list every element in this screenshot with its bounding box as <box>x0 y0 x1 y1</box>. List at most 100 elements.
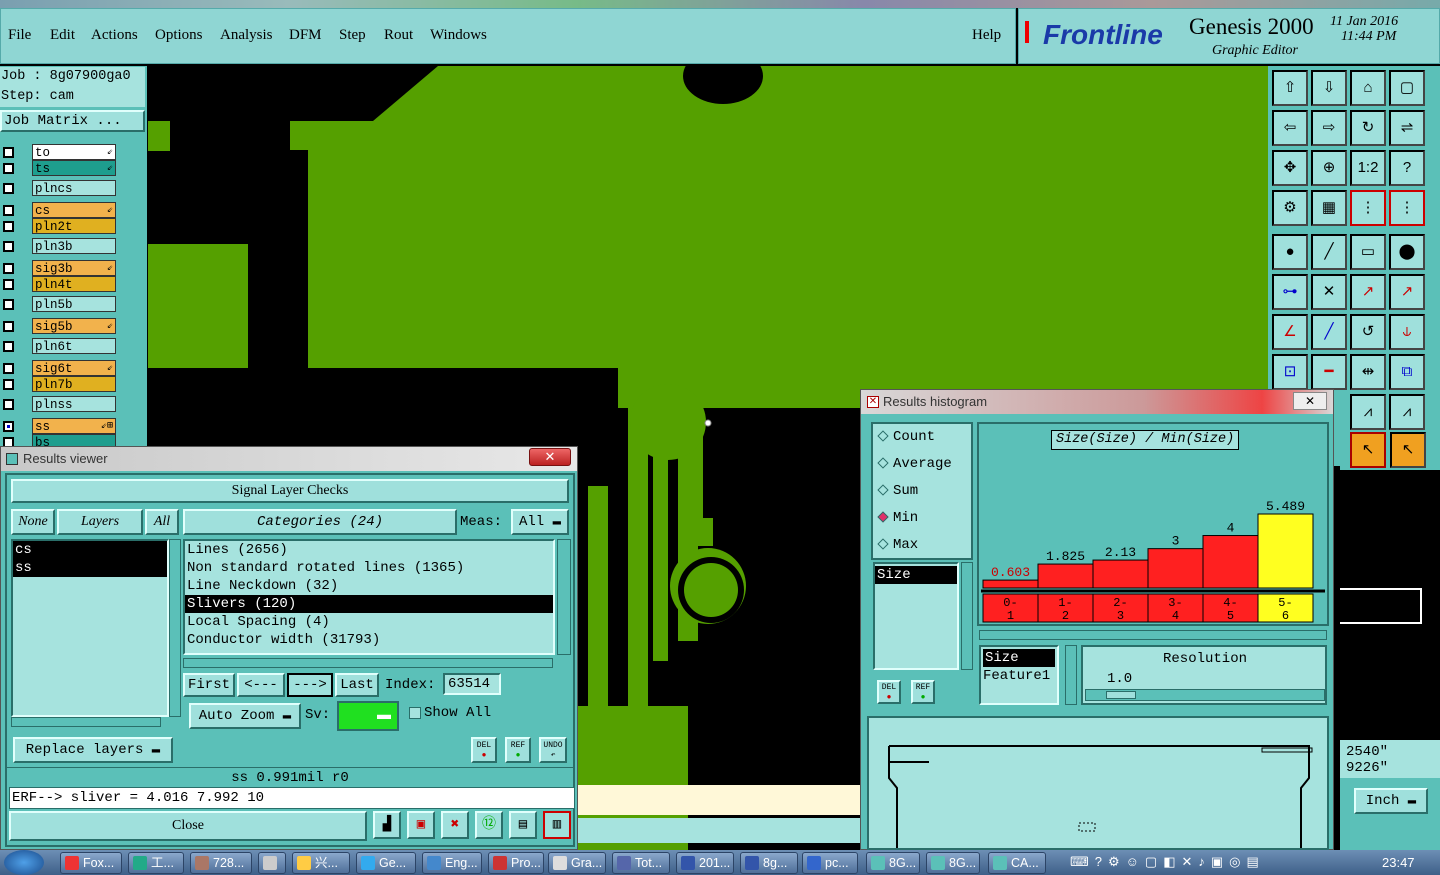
redraw-icon[interactable]: ↻ <box>1350 110 1386 146</box>
cursor-icon[interactable]: ↖ <box>1350 432 1386 468</box>
cross-icon[interactable]: ✕ <box>1311 274 1347 310</box>
index-field[interactable]: 63514 <box>443 673 501 695</box>
pan-left-icon[interactable]: ⇦ <box>1272 110 1308 146</box>
net-icon[interactable]: ⋮ <box>1350 190 1386 226</box>
layer-checkbox[interactable] <box>3 263 14 274</box>
arc-down-icon[interactable]: ⩘ <box>1389 394 1425 430</box>
layer-name[interactable]: plnss <box>32 396 116 412</box>
help-icon[interactable]: ? <box>1389 150 1425 186</box>
radio-diamond-icon[interactable] <box>877 538 889 550</box>
menu-actions[interactable]: Actions <box>91 27 138 44</box>
option-average[interactable]: Average <box>873 451 971 478</box>
draw-line-icon[interactable]: ∠ <box>1272 314 1308 350</box>
menu-analysis[interactable]: Analysis <box>220 27 273 44</box>
meas-dropdown[interactable]: All ▬ <box>511 509 569 535</box>
close-button[interactable]: Close <box>9 811 367 841</box>
all-button[interactable]: All <box>145 509 179 535</box>
histogram-bar[interactable] <box>1202 535 1259 589</box>
layer-row-pln4t[interactable]: pln4t <box>0 276 147 292</box>
category-item[interactable]: Conductor width (31793) <box>185 631 553 649</box>
layer-name[interactable]: to ⇙ <box>32 144 116 160</box>
add-line-icon[interactable]: ╱ <box>1311 234 1347 270</box>
net-select-icon[interactable]: ⋮ <box>1389 190 1425 226</box>
add-pad-icon[interactable]: ● <box>1272 234 1308 270</box>
zoom-home-icon[interactable]: ⇧ <box>1272 70 1308 106</box>
layer-checkbox[interactable] <box>3 279 14 290</box>
layer-row-pln2t[interactable]: pln2t <box>0 218 147 234</box>
tray-icons[interactable]: ⌨?⚙☺▢◧✕♪▣◎▤ <box>1070 854 1390 872</box>
layers-button[interactable]: Layers <box>57 509 143 535</box>
layer-checkbox[interactable] <box>3 341 14 352</box>
radio-diamond-icon[interactable] <box>877 484 889 496</box>
settings-icon[interactable]: ⚙ <box>1272 190 1308 226</box>
pan-right-icon[interactable]: ⇨ <box>1311 110 1347 146</box>
layer-row-plncs[interactable]: plncs <box>0 180 147 196</box>
resolution-slider[interactable] <box>1085 689 1325 701</box>
category-item[interactable]: Local Spacing (4) <box>185 613 553 631</box>
show-all-checkbox[interactable] <box>409 707 421 719</box>
compare-icon[interactable]: ⑫ <box>475 811 503 839</box>
snap-icon[interactable]: ⊡ <box>1272 354 1308 390</box>
layers-scrollbar[interactable] <box>169 539 181 717</box>
histogram-bar[interactable] <box>1092 559 1149 589</box>
connect-icon[interactable]: ⊶ <box>1272 274 1308 310</box>
taskbar-item[interactable]: Ge... <box>356 852 416 874</box>
h-line-icon[interactable]: ━ <box>1311 354 1347 390</box>
taskbar-item[interactable]: 728... <box>190 852 252 874</box>
layer-row-pln5b[interactable]: pln5b <box>0 296 147 312</box>
option-min[interactable]: Min <box>873 505 971 532</box>
layer-checkbox[interactable] <box>3 363 14 374</box>
list-item[interactable]: cs <box>13 541 167 559</box>
ruler-icon[interactable]: ▭ <box>1350 234 1386 270</box>
histogram-bar[interactable] <box>982 579 1039 589</box>
layer-checkbox[interactable] <box>3 147 14 158</box>
swap-icon[interactable]: ⇌ <box>1389 110 1425 146</box>
layer-row-sig5b[interactable]: sig5b ⇙ <box>0 318 147 334</box>
layers-hscrollbar[interactable] <box>11 717 161 727</box>
ref-button[interactable]: REF ● <box>505 737 531 763</box>
layer-name[interactable]: pln2t <box>32 218 116 234</box>
layer-row-ts[interactable]: ts ⇙ <box>0 160 147 176</box>
taskbar-item[interactable]: 201... <box>676 852 734 874</box>
layer-row-to[interactable]: to ⇙ <box>0 144 147 160</box>
radio-diamond-icon[interactable] <box>877 430 889 442</box>
layer-name[interactable]: pln7b <box>32 376 116 392</box>
histogram-titlebar[interactable]: Results histogram <box>861 390 1333 414</box>
taskbar-item[interactable] <box>258 852 286 874</box>
taskbar-item[interactable]: 8g... <box>740 852 798 874</box>
histogram-bar[interactable] <box>1257 513 1314 589</box>
category-item[interactable]: Lines (2656) <box>185 541 553 559</box>
menu-step[interactable]: Step <box>339 27 366 44</box>
taskbar-item[interactable]: Pro... <box>488 852 544 874</box>
list-item[interactable]: Feature1 <box>981 667 1057 685</box>
move-pad-icon[interactable]: ↗ <box>1350 274 1386 310</box>
layer-name[interactable]: sig3b ⇙ <box>32 260 116 276</box>
zoom-fit-icon[interactable]: ✥ <box>1272 150 1308 186</box>
option-max[interactable]: Max <box>873 532 971 559</box>
radio-diamond-icon[interactable] <box>877 511 889 523</box>
taskbar-item[interactable]: CA... <box>988 852 1046 874</box>
histogram-hscrollbar[interactable] <box>979 630 1327 640</box>
layer-checkbox[interactable] <box>3 205 14 216</box>
taskbar-item[interactable]: 8G... <box>926 852 980 874</box>
replace-layers-dropdown[interactable]: Replace layers ▬ <box>13 737 173 763</box>
category-item[interactable]: Non standard rotated lines (1365) <box>185 559 553 577</box>
close-icon[interactable]: ✕ <box>529 448 571 466</box>
field-scrollbar[interactable] <box>961 562 973 670</box>
layer-row-sig6t[interactable]: sig6t ⇙ <box>0 360 147 376</box>
next-button[interactable]: ---> <box>287 673 333 697</box>
layers-listbox[interactable]: cs ss <box>11 539 169 717</box>
layer-name[interactable]: pln5b <box>32 296 116 312</box>
marker-icon[interactable]: ▟ <box>373 811 401 839</box>
categories-hscrollbar[interactable] <box>183 658 553 668</box>
feature-scrollbar[interactable] <box>1065 645 1077 705</box>
layer-checkbox[interactable] <box>3 399 14 410</box>
layer-name[interactable]: ts ⇙ <box>32 160 116 176</box>
option-count[interactable]: Count <box>873 424 971 451</box>
layer-name[interactable]: pln4t <box>32 276 116 292</box>
layer-name[interactable]: pln3b <box>32 238 116 254</box>
layer-name[interactable]: cs ⇙ <box>32 202 116 218</box>
histogram-bar[interactable] <box>1147 548 1204 589</box>
group-icon[interactable]: ⧉ <box>1389 354 1425 390</box>
circle-icon[interactable]: ⬤ <box>1389 234 1425 270</box>
